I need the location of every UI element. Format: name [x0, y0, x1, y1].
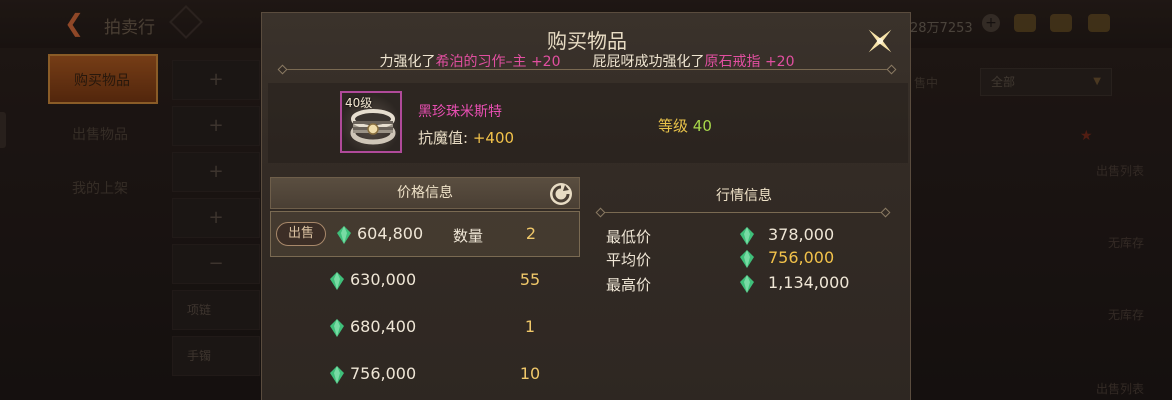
gem-icon — [330, 319, 344, 337]
dialog-title: 购买物品 — [547, 29, 627, 53]
refresh-icon[interactable] — [549, 182, 573, 206]
price-value: 604,800 — [357, 224, 424, 243]
stat-label: 抗魔值: — [418, 129, 469, 147]
item-stat: 抗魔值: +400 — [418, 127, 514, 148]
price-value: 680,400 — [350, 317, 417, 336]
announce-item: 原石戒指 — [704, 54, 761, 70]
market-panel-title: 行情信息 — [716, 188, 772, 204]
req-label: 等级 — [658, 117, 689, 135]
gem-icon — [740, 275, 754, 293]
price-row[interactable]: 630,000 55 — [270, 258, 580, 304]
quantity-value: 1 — [524, 317, 536, 336]
item-slot[interactable]: 40级 — [340, 91, 402, 153]
item-requirement: 等级 40 — [658, 115, 712, 136]
stat-value: +400 — [472, 129, 515, 147]
ring-icon — [350, 109, 396, 145]
price-row[interactable]: 出售 604,800 数量 2 — [270, 211, 580, 257]
enhancement-announcement: 力强化了希泊的习作–主 +20 屁屁呀成功强化了原石戒指 +20 — [262, 51, 912, 71]
quantity-label: 数量 — [453, 227, 484, 245]
item-name: 黑珍珠米斯特 — [418, 104, 502, 120]
gem-icon — [740, 227, 754, 245]
announce-level: +20 — [526, 54, 561, 70]
item-level-badge: 40级 — [345, 96, 373, 110]
announce-level: +20 — [760, 54, 795, 70]
announce-text: 屁屁呀成功强化了 — [592, 54, 705, 70]
max-price-value: 1,134,000 — [768, 273, 850, 292]
price-row[interactable]: 680,400 1 — [270, 305, 580, 351]
quantity-value: 2 — [525, 224, 537, 243]
item-summary: 40级 黑珍珠米斯特 抗魔值: +400 等级 40 — [268, 83, 908, 163]
min-price-value: 378,000 — [768, 225, 835, 244]
quantity-value: 10 — [519, 364, 541, 383]
price-info-panel: 价格信息 出售 604,800 数量 2 630,000 55 680,400 … — [270, 177, 580, 400]
price-row[interactable]: 756,000 10 — [270, 352, 580, 398]
gem-icon — [740, 250, 754, 268]
quantity-value: 55 — [519, 270, 541, 289]
buy-item-dialog: 购买物品 力强化了希泊的习作–主 +20 屁屁呀成功强化了原石戒指 +20 40级… — [261, 12, 911, 400]
divider — [282, 69, 892, 70]
gem-icon — [337, 226, 351, 244]
gem-icon — [330, 272, 344, 290]
req-value: 40 — [692, 117, 712, 135]
max-price-label: 最高价 — [606, 276, 652, 294]
divider — [600, 212, 886, 213]
avg-price-label: 平均价 — [606, 251, 652, 269]
price-value: 630,000 — [350, 270, 417, 289]
market-info-panel: 行情信息 最低价 378,000 平均价 756,000 最高价 1,134,0… — [594, 177, 894, 400]
price-panel-header: 价格信息 — [270, 177, 580, 209]
price-value: 756,000 — [350, 364, 417, 383]
avg-price-value: 756,000 — [768, 248, 835, 267]
announce-item: 希泊的习作–主 — [435, 54, 527, 70]
price-panel-title: 价格信息 — [397, 185, 453, 201]
sell-badge: 出售 — [276, 222, 326, 246]
min-price-label: 最低价 — [606, 228, 652, 246]
gem-icon — [330, 366, 344, 384]
announce-text: 力强化了 — [379, 54, 436, 70]
